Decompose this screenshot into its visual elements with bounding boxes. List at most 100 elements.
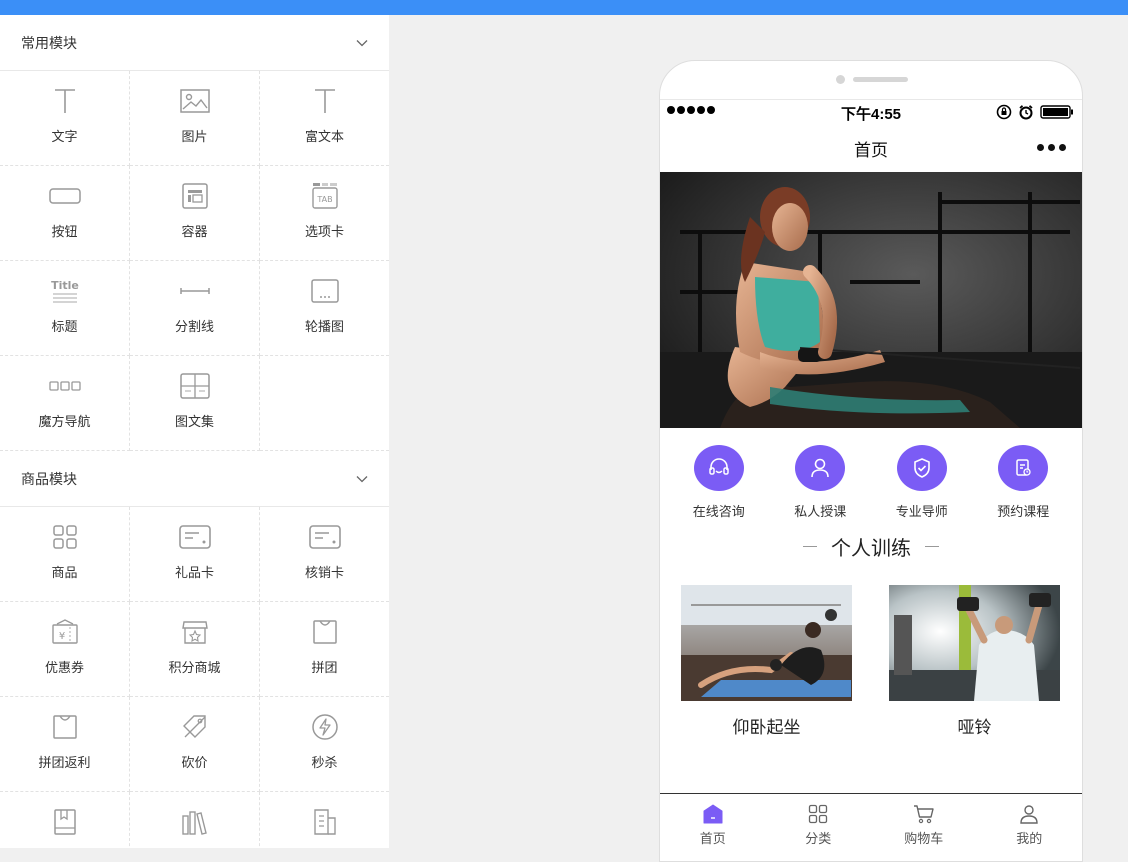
title-icon: Title — [49, 275, 81, 307]
quick-nav-mentor[interactable]: 专业导师 — [877, 445, 967, 520]
module-label: 选项卡 — [304, 224, 344, 239]
card-title: 仰卧起坐 — [732, 718, 801, 737]
document-icon — [309, 806, 341, 838]
hero-banner-image[interactable] — [660, 172, 1082, 428]
common-module-grid: 文字 图片 富文本 按钮 容器 TAB 选项卡 Title 标题 分割线 轮播图… — [0, 71, 389, 451]
module-button[interactable]: 按钮 — [0, 166, 130, 261]
module-group-buy[interactable]: 拼团 — [260, 602, 389, 697]
speaker-slot — [853, 77, 908, 82]
container-icon — [179, 180, 211, 212]
module-label: 商品 — [51, 565, 78, 580]
common-section-title: 常用模块 — [21, 34, 77, 51]
title-line-right — [925, 545, 939, 547]
module-bargain[interactable]: 砍价 — [130, 697, 260, 792]
schedule-icon — [998, 445, 1049, 491]
module-label: 秒杀 — [311, 755, 338, 770]
shield-check-icon — [896, 445, 947, 491]
tab-profile[interactable]: 我的 — [977, 794, 1083, 854]
section-title-text: 个人训练 — [831, 537, 911, 560]
svg-text:TAB: TAB — [316, 195, 332, 204]
module-item[interactable] — [260, 792, 389, 848]
coupon-icon: ¥ — [49, 616, 81, 648]
divider-icon — [179, 275, 211, 307]
module-rich-text[interactable]: 富文本 — [260, 71, 389, 166]
quick-nav-booking[interactable]: 预约课程 — [978, 445, 1068, 520]
group-buy-icon — [309, 616, 341, 648]
module-label: 富文本 — [304, 129, 344, 144]
tab-label: 我的 — [1016, 831, 1043, 846]
module-cube-nav[interactable]: 魔方导航 — [0, 356, 130, 451]
module-item[interactable] — [130, 792, 260, 848]
common-section-header[interactable]: 常用模块 — [0, 15, 389, 71]
module-label: 图文集 — [174, 414, 214, 429]
dumbbell-image — [889, 585, 1060, 701]
module-divider[interactable]: 分割线 — [130, 261, 260, 356]
tab-home[interactable]: 首页 — [660, 794, 766, 854]
flash-sale-icon — [309, 711, 341, 743]
module-label: 礼品卡 — [174, 565, 214, 580]
tab-cart[interactable]: 购物车 — [871, 794, 977, 854]
quick-nav-label: 专业导师 — [895, 504, 948, 519]
text-icon — [49, 85, 81, 117]
tab-icon: TAB — [309, 180, 341, 212]
training-card[interactable]: 哑铃 — [889, 585, 1060, 738]
module-label: 拼团返利 — [38, 755, 91, 770]
alarm-icon — [1018, 104, 1034, 123]
module-goods[interactable]: 商品 — [0, 507, 130, 602]
situp-image — [681, 585, 852, 701]
book-icon — [49, 806, 81, 838]
image-text-icon — [179, 370, 211, 402]
quick-nav: 在线咨询 私人授课 专业导师 预约课程 — [660, 428, 1082, 520]
quick-nav-consult[interactable]: 在线咨询 — [674, 445, 764, 520]
chevron-down-icon[interactable] — [355, 472, 369, 486]
module-label: 核销卡 — [304, 565, 344, 580]
camera-dot — [836, 75, 845, 84]
module-image[interactable]: 图片 — [130, 71, 260, 166]
carousel-icon — [309, 275, 341, 307]
gift-card-icon — [178, 521, 211, 553]
module-text[interactable]: 文字 — [0, 71, 130, 166]
status-bar: 下午4:55 — [660, 100, 1082, 124]
category-icon — [807, 803, 829, 825]
goods-module-grid: 商品 礼品卡 核销卡 ¥ 优惠券 积分商城 拼团 拼团返利 砍价 秒杀 — [0, 507, 389, 848]
training-card[interactable]: 仰卧起坐 — [681, 585, 852, 738]
quick-nav-label: 在线咨询 — [692, 504, 745, 519]
section-title: 个人训练 — [660, 520, 1082, 572]
svg-text:Title: Title — [51, 279, 79, 292]
module-label: 魔方导航 — [38, 414, 91, 429]
module-coupon[interactable]: ¥ 优惠券 — [0, 602, 130, 697]
module-gift-card[interactable]: 礼品卡 — [130, 507, 260, 602]
card-title: 哑铃 — [957, 718, 992, 737]
chevron-down-icon[interactable] — [355, 36, 369, 50]
module-label: 图片 — [181, 129, 208, 144]
button-icon — [48, 180, 81, 212]
rotation-lock-icon — [996, 104, 1012, 123]
module-label: 按钮 — [51, 224, 78, 239]
training-cards: 仰卧起坐 哑铃 — [660, 572, 1082, 738]
module-group-rebate[interactable]: 拼团返利 — [0, 697, 130, 792]
phone-nav-bar: 首页 — [660, 124, 1082, 172]
tab-category[interactable]: 分类 — [766, 794, 872, 854]
module-verify-card[interactable]: 核销卡 — [260, 507, 389, 602]
module-image-text[interactable]: 图文集 — [130, 356, 260, 451]
tab-label: 首页 — [699, 831, 726, 846]
module-points-mall[interactable]: 积分商城 — [130, 602, 260, 697]
component-panel: 常用模块 文字 图片 富文本 按钮 容器 TAB 选项卡 Title 标题 分割… — [0, 15, 389, 848]
module-item[interactable] — [0, 792, 130, 848]
goods-section-header[interactable]: 商品模块 — [0, 451, 389, 507]
module-label: 积分商城 — [168, 660, 221, 675]
more-options-icon[interactable] — [1037, 144, 1066, 151]
module-label: 容器 — [181, 224, 208, 239]
quick-nav-private[interactable]: 私人授课 — [775, 445, 865, 520]
verify-card-icon — [308, 521, 341, 553]
top-accent-bar — [0, 0, 1128, 15]
phone-preview: 下午4:55 首页 在线咨询 私人授课 专业导师 预约课程 个人训练 仰卧起坐 … — [659, 60, 1083, 862]
module-container[interactable]: 容器 — [130, 166, 260, 261]
image-icon — [179, 85, 211, 117]
module-carousel[interactable]: 轮播图 — [260, 261, 389, 356]
tab-label: 购物车 — [904, 831, 944, 846]
module-title[interactable]: Title 标题 — [0, 261, 130, 356]
battery-icon — [1040, 105, 1074, 122]
module-flash-sale[interactable]: 秒杀 — [260, 697, 389, 792]
module-tab[interactable]: TAB 选项卡 — [260, 166, 389, 261]
